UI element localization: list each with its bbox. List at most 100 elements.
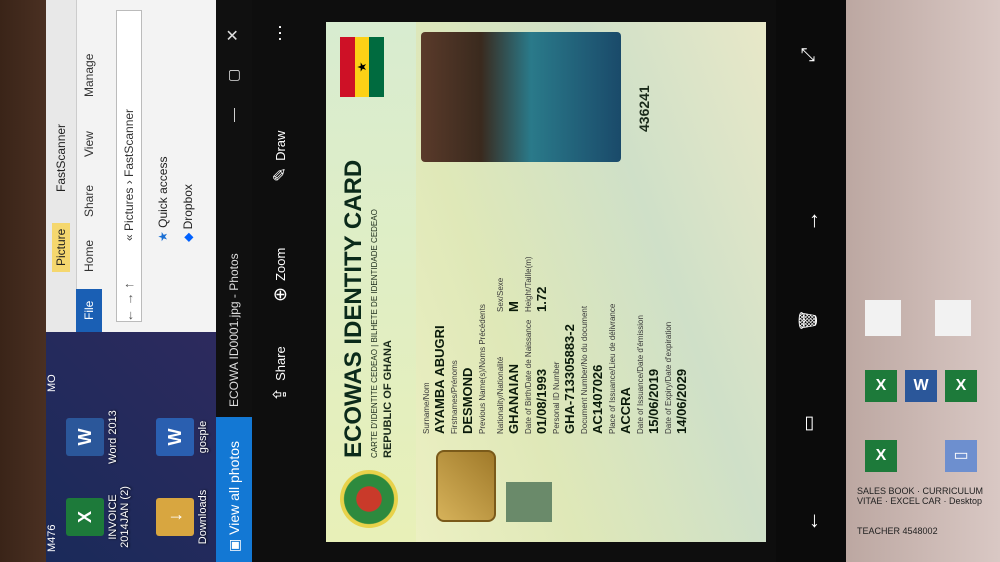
tab-home[interactable]: Home: [82, 240, 96, 272]
dob-label: Date of Birth/Date de Naissance: [524, 319, 533, 434]
fullscreen-icon[interactable]: ⤢: [798, 48, 819, 62]
right-partial-labels: TEACHER 4548002: [857, 526, 987, 536]
desktop-icon-word[interactable]: W Word 2013: [66, 402, 119, 472]
zoom-label: Zoom: [273, 247, 288, 281]
delete-icon[interactable]: 🗑: [798, 309, 819, 332]
view-all-photos-button[interactable]: ▣ View all photos: [216, 417, 252, 562]
label-teacher: TEACHER: [857, 526, 901, 536]
close-button[interactable]: ✕: [223, 29, 243, 42]
pen-icon: ✎: [270, 166, 290, 182]
window-title: ECOWA ID0001.jpg - Photos: [227, 253, 241, 407]
sex-label: Sex/Sexe: [496, 277, 505, 312]
nav-dropbox[interactable]: ◆ Dropbox: [181, 184, 195, 242]
photos-icon: ▣: [226, 538, 242, 552]
firstnames-value: DESMOND: [460, 367, 475, 434]
tab-share[interactable]: Share: [82, 185, 96, 217]
share-icon: ⇪: [270, 386, 290, 402]
excel-icon: X: [865, 440, 897, 472]
word-icon: W: [66, 418, 104, 456]
issue-value: 15/06/2019: [646, 368, 661, 434]
folder-icon: ↓: [156, 498, 194, 536]
zoom-button[interactable]: ⊕ Zoom: [270, 248, 291, 302]
photos-toolbar: ⇪ Share ⊕ Zoom ✎ Draw ⋯: [252, 0, 322, 562]
maximize-button[interactable]: ▢: [225, 69, 242, 82]
blank-doc-icon: [935, 300, 971, 336]
tab-file[interactable]: File: [76, 288, 102, 332]
nav-quick-access[interactable]: ★ Quick access: [156, 157, 170, 242]
star-icon: ★: [156, 231, 170, 242]
tab-view[interactable]: View: [82, 131, 96, 157]
desktop-icon-label: gosple: [197, 420, 209, 454]
ghana-flag-icon: ★: [340, 37, 384, 97]
partial-label: M476: [46, 524, 58, 552]
view-all-label: View all photos: [226, 440, 242, 535]
right-desktop-icons: X W X X ▭ SALES BOOK · CURRICULUM VITAE …: [855, 290, 995, 560]
back-arrow-icon[interactable]: ← → ↑: [121, 282, 136, 322]
next-arrow-icon[interactable]: →: [798, 210, 824, 232]
excel-icon: X: [945, 370, 977, 402]
place-value: ACCRA: [618, 387, 633, 434]
label-desktop: Desktop: [949, 496, 983, 506]
doc-label: Document Number/No du document: [580, 305, 589, 434]
desktop-icon-label: INVOICE 2014JAN (2): [107, 486, 131, 548]
monitor-screen: X INVOICE 2014JAN (2) ↓ Downloads W gosp…: [46, 0, 846, 562]
pin-value: GHA-713305883-2: [562, 324, 577, 434]
minimize-button[interactable]: —: [225, 108, 241, 122]
nav-label: Dropbox: [181, 184, 195, 230]
word-doc-icon: W: [156, 418, 194, 456]
label-car: EXCEL CAR: [890, 496, 942, 506]
ghost-photo-icon: [506, 482, 552, 522]
desktop-icon-label: Word 2013: [107, 410, 119, 464]
monitor-bezel-left: [0, 0, 46, 562]
height-label: Height/Taille(m): [524, 256, 533, 312]
desktop-folder-icon: ▭: [945, 440, 977, 472]
desktop-icon-invoice[interactable]: X INVOICE 2014JAN (2): [66, 482, 131, 552]
card-country: REPUBLIC OF GHANA: [382, 340, 394, 458]
more-button[interactable]: ⋯: [270, 24, 291, 42]
word-icon: W: [905, 370, 937, 402]
expiry-label: Date of Expiry/Date d'expiration: [664, 321, 673, 434]
photos-window: ▣ View all photos ECOWA ID0001.jpg - Pho…: [216, 0, 846, 562]
zoom-icon: ⊕: [270, 286, 290, 302]
firstnames-label: Firstnames/Prénoms: [450, 360, 459, 434]
previous-arrow-icon[interactable]: ←: [798, 510, 824, 532]
tab-manage[interactable]: Manage: [82, 54, 96, 97]
rotated-desktop: X INVOICE 2014JAN (2) ↓ Downloads W gosp…: [46, 0, 846, 562]
chip-icon: [436, 450, 496, 522]
id-card-image: ★ ECOWAS IDENTITY CARD CARTE D'IDENTITE …: [326, 22, 766, 542]
dob-value: 01/08/1993: [534, 368, 549, 434]
blank-doc-icon: [865, 300, 901, 336]
partial-label: MO: [46, 374, 58, 392]
surname-label: Surname/Nom: [422, 382, 431, 434]
ecowas-emblem-icon: [340, 470, 398, 528]
excel-icon: X: [865, 370, 897, 402]
photos-bottom-bar: ← ▭ 🗑 → ⤢: [776, 0, 846, 562]
photos-titlebar: ▣ View all photos ECOWA ID0001.jpg - Pho…: [216, 0, 252, 562]
share-label: Share: [273, 346, 288, 381]
nationality-value: GHANAIAN: [506, 363, 521, 434]
nav-label: Quick access: [156, 156, 170, 228]
desktop-icon-label: Downloads: [197, 489, 209, 545]
excel-icon: X: [66, 498, 104, 536]
draw-button[interactable]: ✎ Draw: [270, 131, 291, 182]
portrait-photo: [421, 32, 621, 162]
dropbox-icon: ◆: [181, 232, 195, 242]
doc-value: AC1407026: [590, 364, 605, 434]
address-bar[interactable]: « Pictures › FastScanner: [116, 10, 142, 322]
label-number: 4548002: [902, 526, 938, 536]
address-path: « Pictures › FastScanner: [122, 108, 136, 241]
issue-label: Date of Issuance/Date d'émission: [636, 315, 645, 434]
draw-label: Draw: [273, 130, 288, 161]
folder-title: FastScanner: [54, 123, 68, 192]
card-title: ECOWAS IDENTITY CARD: [340, 159, 367, 458]
card-subtitle: CARTE D'IDENTITE CEDEAO | BILHETE DE IDE…: [370, 209, 379, 458]
prev-names-label: Previous Name(s)/Noms Précédents: [478, 304, 487, 434]
pin-label: Personal ID Number: [552, 361, 561, 434]
slideshow-icon[interactable]: ▭: [798, 415, 819, 432]
tab-picture[interactable]: Picture: [52, 222, 70, 272]
desktop-icon-gosple[interactable]: W gosple: [156, 402, 209, 472]
desktop-icon-downloads[interactable]: ↓ Downloads: [156, 482, 209, 552]
label-sales: SALES BOOK: [857, 486, 915, 496]
serial-number: 436241: [636, 85, 652, 132]
share-button[interactable]: ⇪ Share: [270, 346, 291, 402]
